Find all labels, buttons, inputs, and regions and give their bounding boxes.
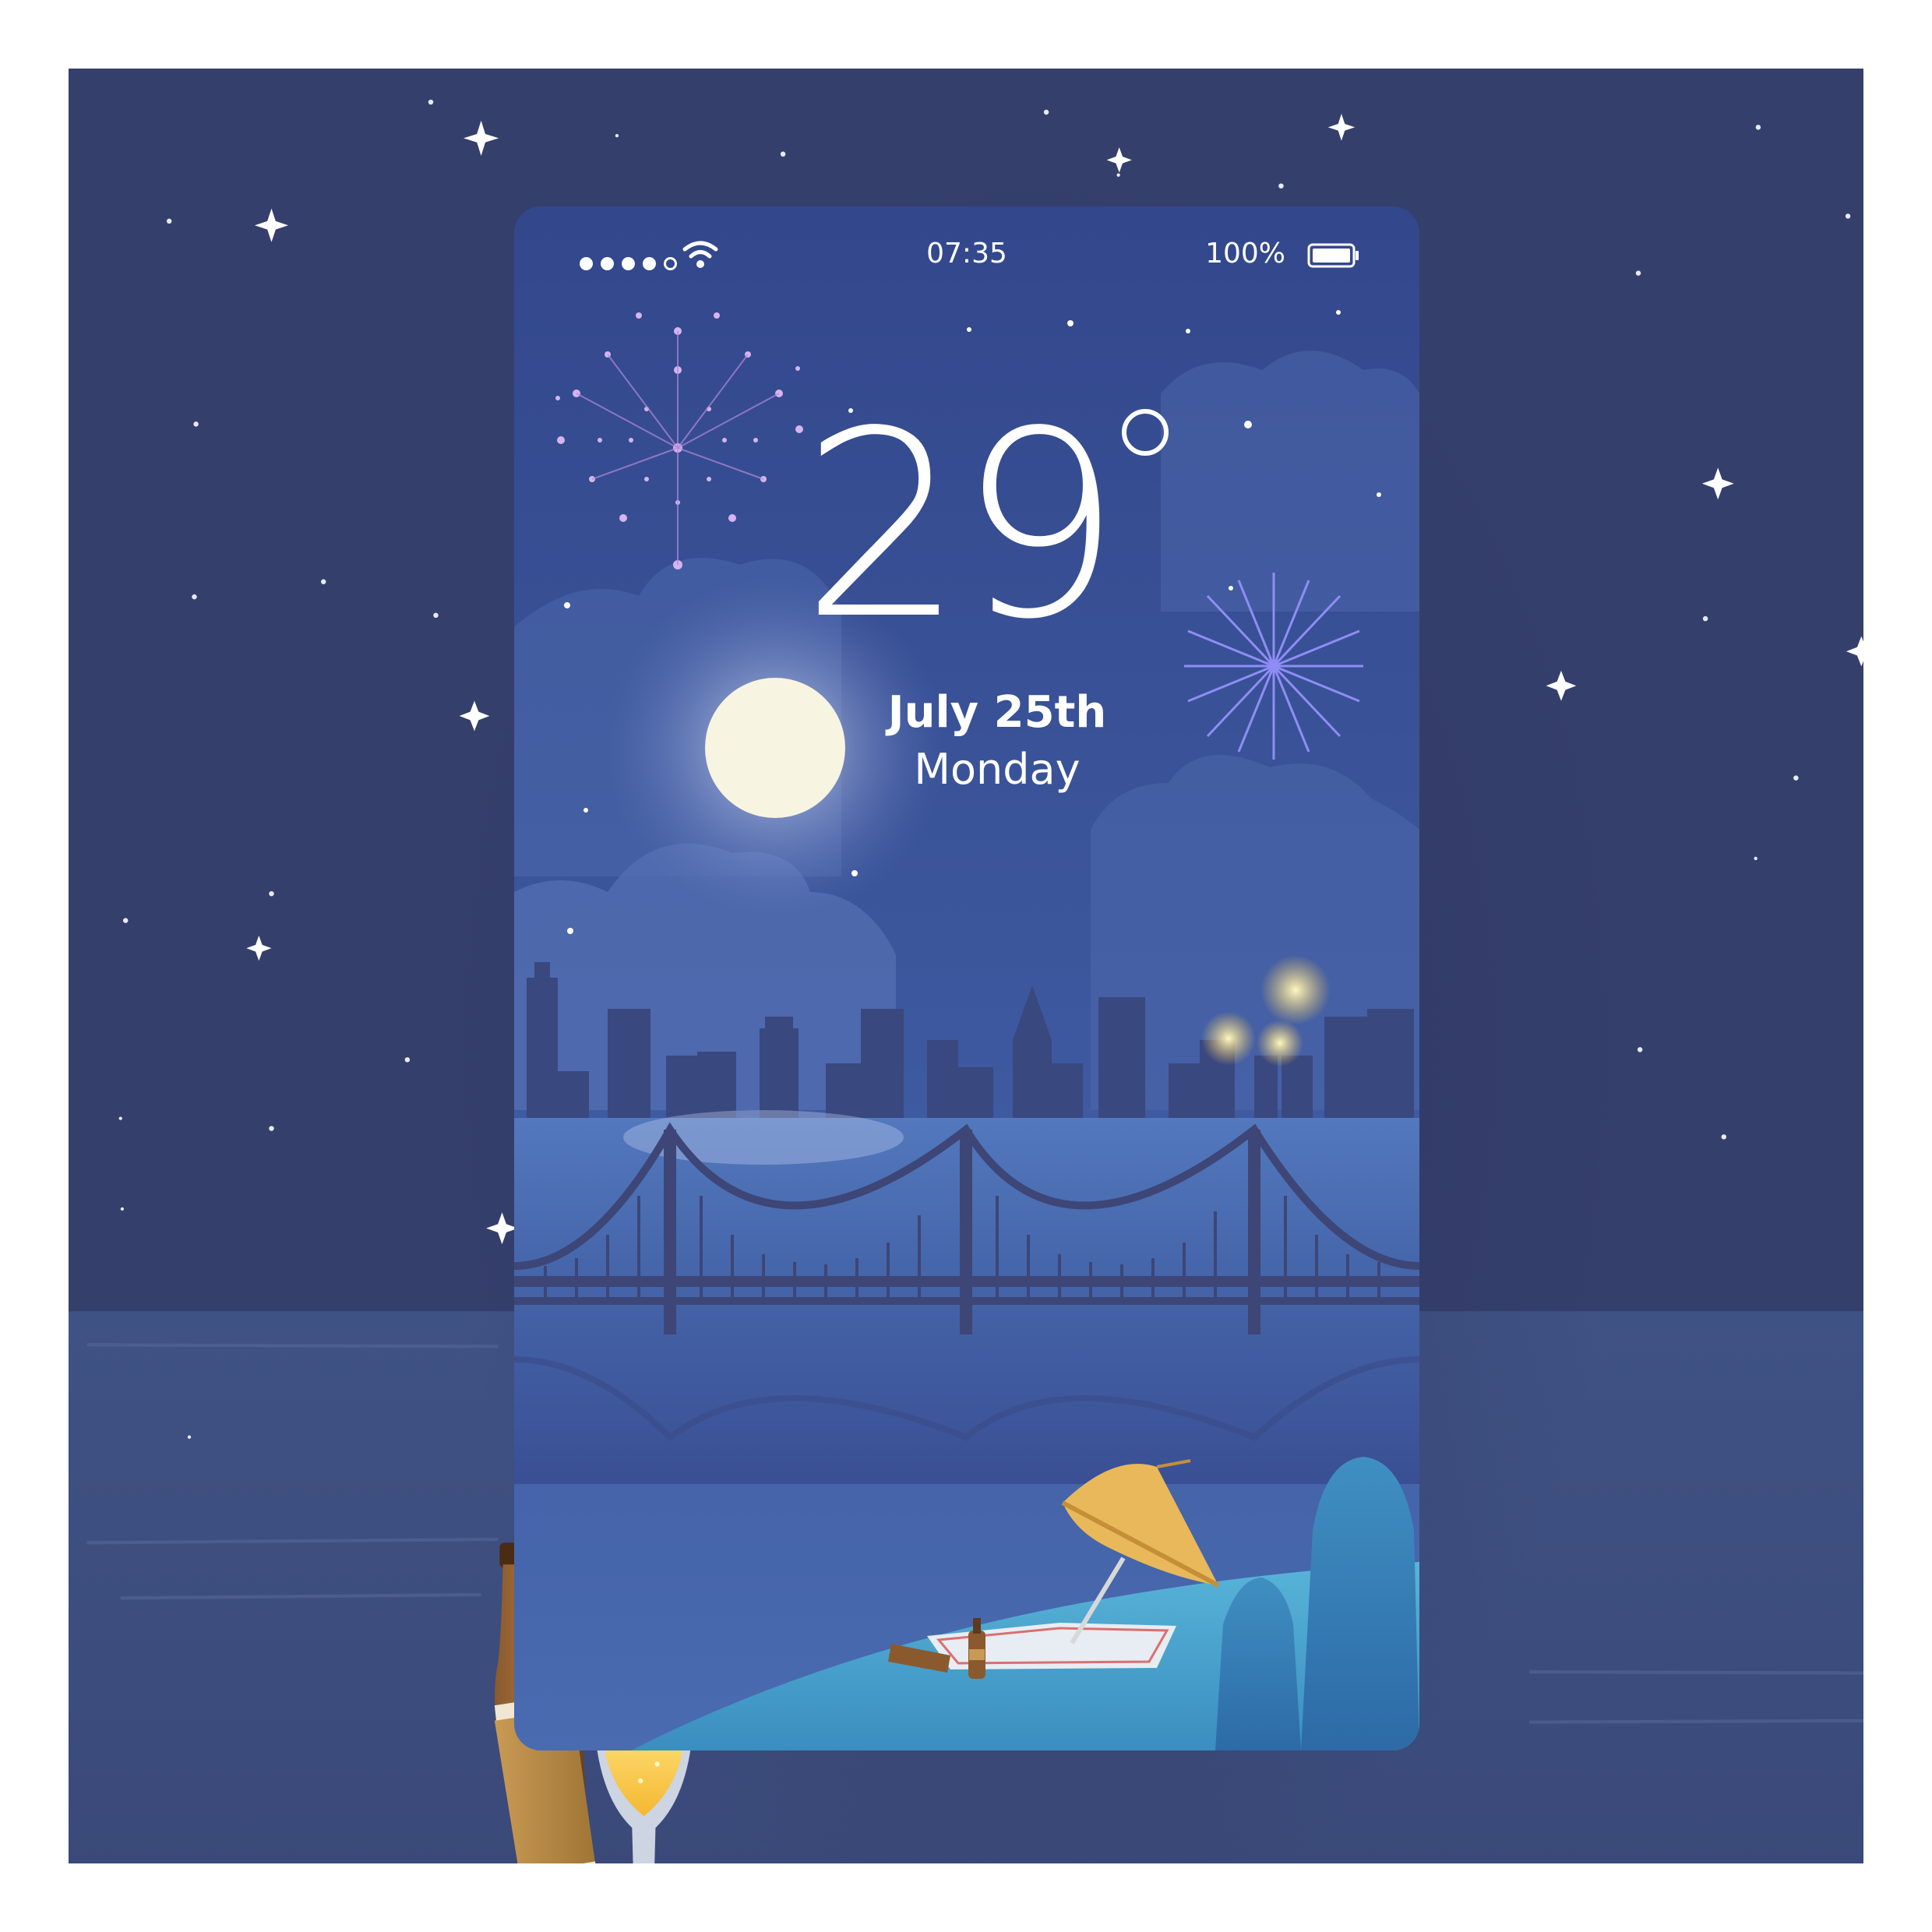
firework-blue bbox=[1184, 573, 1363, 760]
current-date: July 25th bbox=[887, 687, 1107, 738]
battery-full-icon bbox=[1307, 243, 1359, 268]
current-weekday: Monday bbox=[914, 745, 1081, 794]
temperature-reading: 29 bbox=[801, 376, 1122, 675]
degree-symbol bbox=[1122, 409, 1169, 456]
battery-percentage: 100% bbox=[1205, 238, 1285, 270]
weather-app-screen: 07:35 100% 29 July 25th Monday bbox=[514, 206, 1419, 1750]
